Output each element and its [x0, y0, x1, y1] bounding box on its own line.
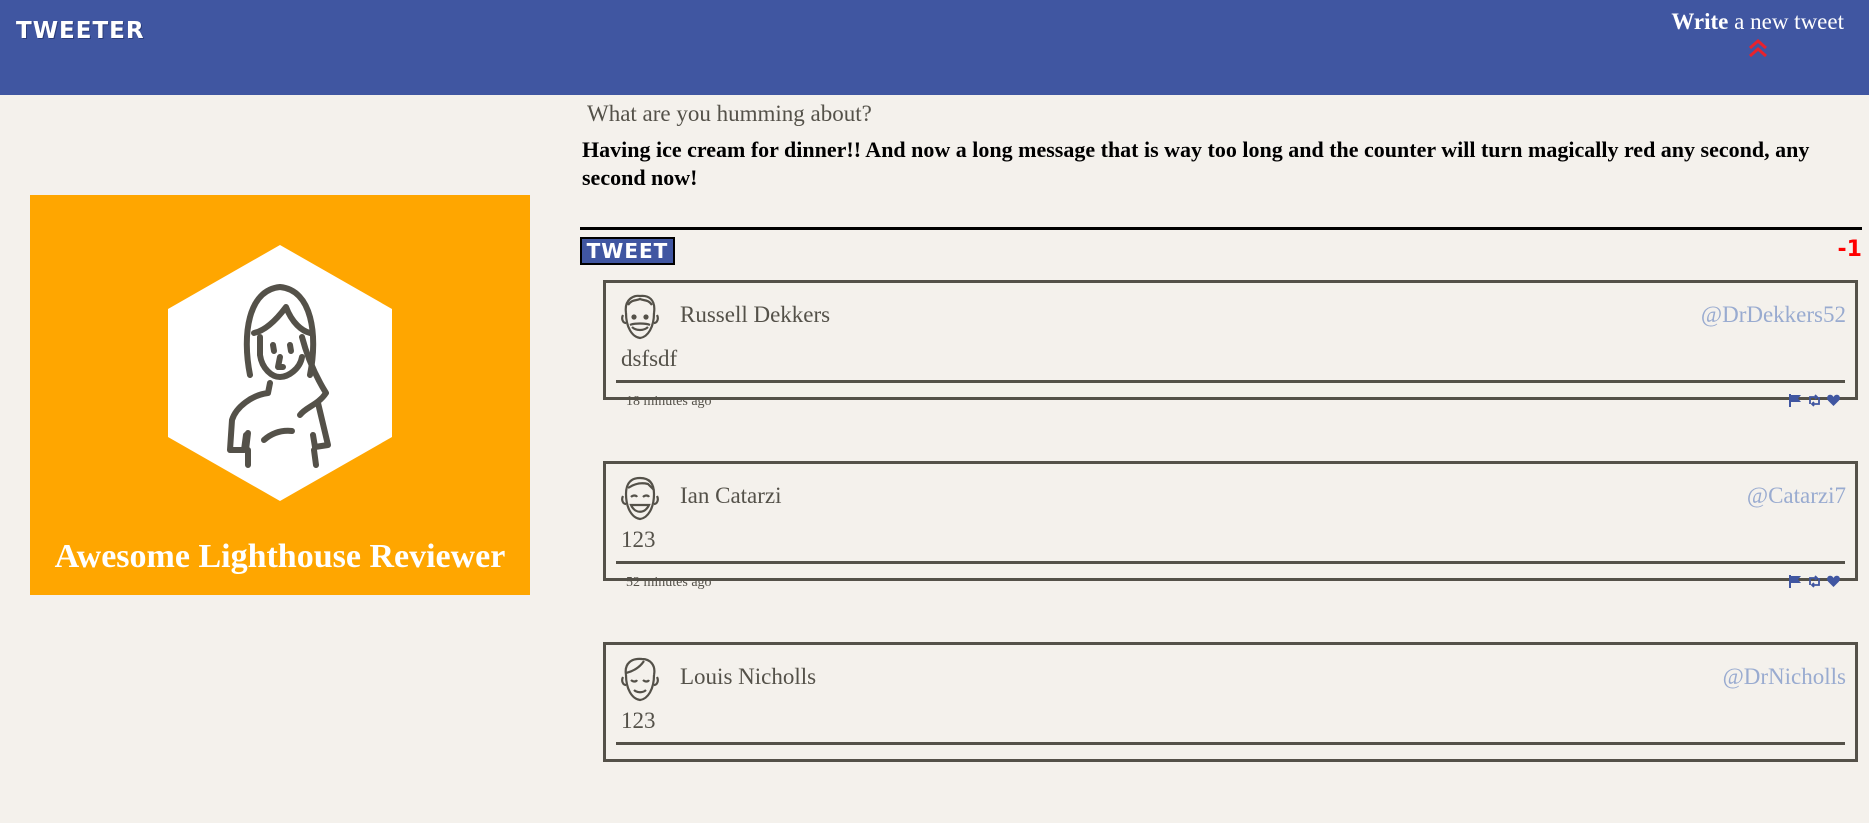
tweet-content: 123 [621, 527, 656, 552]
profile-card: Awesome Lighthouse Reviewer [30, 195, 530, 595]
tweet-textarea[interactable]: Having ice cream for dinner!! And now a … [582, 136, 1852, 192]
flag-icon[interactable] [1788, 574, 1803, 589]
tweet-divider [616, 561, 1845, 564]
tweet-author-handle: @DrNicholls [1722, 664, 1846, 689]
tweet-content: dsfsdf [621, 346, 678, 371]
tweet-author-name: Ian Catarzi [680, 483, 782, 508]
write-new-tweet-button[interactable]: Write a new tweet [1671, 9, 1844, 59]
user-avatar-icon [621, 294, 659, 340]
retweet-icon[interactable] [1807, 393, 1822, 408]
character-counter: -1 [1837, 237, 1862, 262]
top-nav: TWEETER Write a new tweet [0, 0, 1869, 95]
tweet-author-name: Russell Dekkers [680, 302, 831, 327]
tweet-actions [1788, 393, 1841, 408]
tweet-card: Ian Catarzi @Catarzi7 123 52 minutes ago [603, 461, 1858, 590]
retweet-icon[interactable] [1807, 574, 1822, 589]
tweet-actions [1788, 574, 1841, 589]
profile-avatar [168, 245, 392, 501]
tweet-card: Louis Nicholls @DrNicholls 123 [603, 642, 1858, 762]
tweet-author-handle: @DrDekkers52 [1700, 302, 1846, 327]
compose-divider [580, 227, 1862, 230]
compose-label: What are you humming about? [587, 101, 872, 126]
tweet-submit-button[interactable]: TWEET [580, 237, 675, 265]
user-avatar-icon [621, 657, 659, 702]
tweet-divider [616, 742, 1845, 745]
tweet-feed: Russell Dekkers @DrDekkers52 dsfsdf 18 m… [603, 280, 1858, 823]
user-avatar-icon [621, 476, 659, 521]
tweet-timestamp: 52 minutes ago [626, 575, 712, 590]
flag-icon[interactable] [1788, 393, 1803, 408]
tweet-content: 123 [621, 708, 656, 733]
tweet-divider [616, 380, 1845, 383]
brand-logo[interactable]: TWEETER [16, 18, 145, 44]
tweet-author-handle: @Catarzi7 [1746, 483, 1846, 508]
heart-icon[interactable] [1826, 574, 1841, 589]
write-label-rest: a new tweet [1728, 9, 1844, 34]
double-chevron-up-icon[interactable] [1746, 37, 1770, 59]
heart-icon[interactable] [1826, 393, 1841, 408]
tweet-card: Russell Dekkers @DrDekkers52 dsfsdf 18 m… [603, 280, 1858, 409]
tweet-timestamp: 18 minutes ago [626, 394, 712, 409]
tweet-author-name: Louis Nicholls [680, 664, 817, 689]
write-label-bold: Write [1671, 9, 1729, 34]
profile-name: Awesome Lighthouse Reviewer [54, 538, 506, 575]
